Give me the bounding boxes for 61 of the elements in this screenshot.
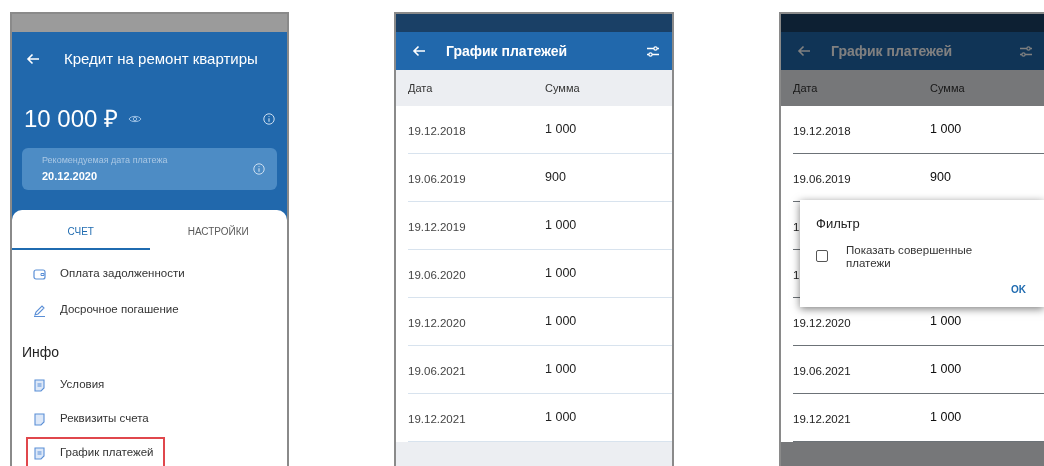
menu-item[interactable]: Досрочное погашение	[26, 292, 191, 328]
date-cell: 19.12.2020	[408, 316, 466, 329]
field-label: Рекомендуемая дата платежа	[42, 154, 169, 167]
tab[interactable]: НАСТРОЙКИ	[149, 214, 287, 250]
screen-title: График платежей	[831, 41, 953, 61]
info-icon[interactable]	[253, 163, 265, 175]
checkbox-label: Показать совершенные платежи	[846, 243, 974, 270]
wallet-icon	[33, 267, 46, 281]
balance-amount: 10 000 ₽	[24, 104, 119, 134]
pencil-icon	[33, 303, 46, 317]
date-cell: 19.06.2020	[408, 268, 466, 281]
amount-cell-text: 1 000	[545, 217, 577, 235]
eye-icon[interactable]	[128, 114, 143, 124]
amount-cell-text: 1 000	[930, 361, 962, 379]
date-cell: 19.06.2019	[793, 172, 851, 185]
section-heading: Инфо	[21, 343, 61, 362]
back-arrow-icon[interactable]	[412, 45, 426, 57]
amount-cell-text: 1 000	[545, 121, 577, 139]
date-cell: 1	[793, 268, 800, 281]
document-icon	[33, 378, 46, 392]
date-cell: 19.06.2021	[408, 364, 466, 377]
amount-cell-text: 1 000	[930, 121, 962, 139]
field-value: 20.12.2020	[42, 168, 99, 184]
amount-cell-text: 1 000	[545, 361, 577, 379]
document-icon	[33, 446, 46, 460]
date-cell: 19.12.2018	[793, 124, 851, 137]
column-header: Сумма	[930, 80, 965, 96]
back-arrow-icon[interactable]	[26, 53, 40, 65]
menu-item[interactable]: График платежей	[26, 437, 166, 466]
back-arrow-icon[interactable]	[797, 45, 811, 57]
column-header: Сумма	[545, 80, 580, 96]
menu-item[interactable]: Условия	[26, 369, 117, 401]
menu-item[interactable]: Оплата задолженности	[26, 256, 197, 292]
date-cell: 19.12.2020	[793, 316, 851, 329]
ok-button[interactable]: OK	[1007, 281, 1030, 297]
tab[interactable]: СЧЕТ	[12, 214, 150, 250]
date-cell: 19.12.2021	[793, 412, 851, 425]
checkbox[interactable]	[816, 249, 828, 262]
filter-icon[interactable]	[1019, 44, 1033, 58]
screen-title: Кредит на ремонт квартиры	[64, 48, 258, 69]
screen-title: График платежей	[446, 41, 568, 61]
info-icon[interactable]	[263, 113, 275, 125]
date-cell: 19.12.2018	[408, 124, 466, 137]
dialog-title: Фильтр	[816, 215, 861, 233]
amount-cell-text: 1 000	[545, 313, 577, 331]
document-icon	[33, 412, 46, 426]
date-cell: 19.06.2021	[793, 364, 851, 377]
date-cell: 19.12.2021	[408, 412, 466, 425]
amount-cell-text: 1 000	[930, 313, 962, 331]
amount-cell-text: 1 000	[545, 265, 577, 283]
amount-cell-text: 900	[545, 169, 566, 187]
date-cell: 1	[793, 220, 800, 233]
column-header: Дата	[793, 80, 819, 96]
filter-icon[interactable]	[646, 44, 660, 58]
menu-item[interactable]: Реквизиты счета	[26, 403, 161, 435]
amount-cell-text: 1 000	[545, 409, 577, 427]
amount-cell-text: 1 000	[930, 409, 962, 427]
date-cell: 19.06.2019	[408, 172, 466, 185]
amount-cell-text: 900	[930, 169, 951, 187]
date-cell: 19.12.2019	[408, 220, 466, 233]
column-header: Дата	[408, 80, 434, 96]
